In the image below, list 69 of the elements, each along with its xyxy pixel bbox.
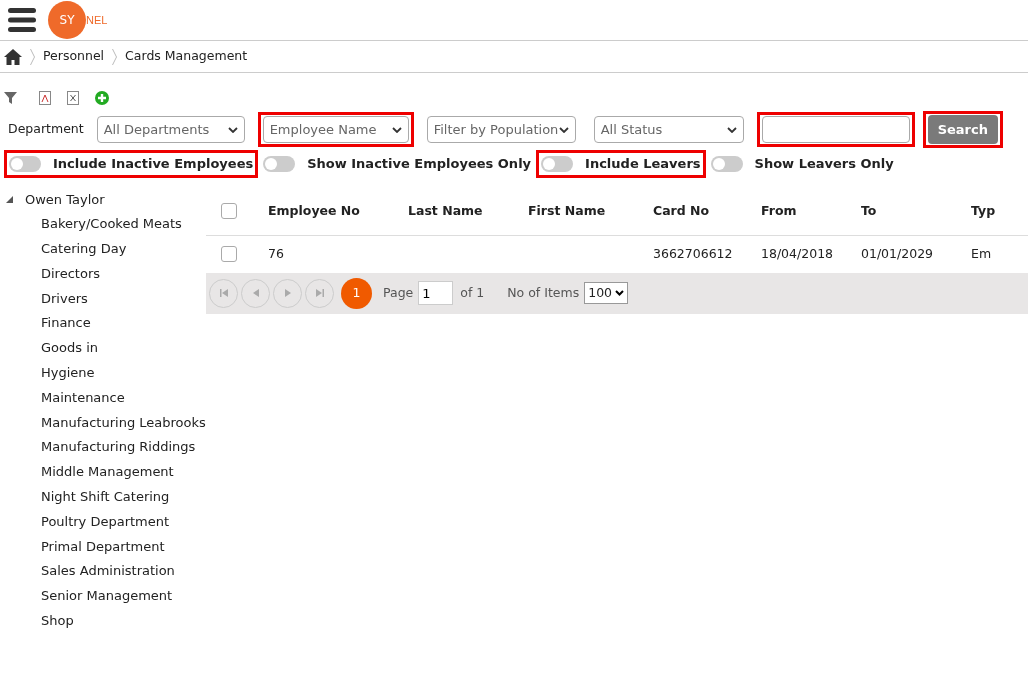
column-header[interactable]: To: [861, 201, 971, 221]
search-button[interactable]: Search: [927, 115, 998, 144]
table-cell-text: 3662706612: [653, 244, 734, 263]
home-icon[interactable]: [4, 48, 22, 65]
breadcrumb-link[interactable]: Cards Management: [125, 47, 248, 66]
tree-item[interactable]: Drivers: [6, 286, 206, 312]
page-input[interactable]: 1: [418, 281, 454, 305]
column-header[interactable]: Card No: [653, 201, 761, 221]
tree-item[interactable]: Poultry Department: [6, 509, 206, 535]
column-header[interactable]: First Name: [528, 201, 653, 221]
row-checkbox[interactable]: [221, 246, 237, 262]
page-count: of 1: [460, 283, 485, 302]
toggle-switch[interactable]: [541, 155, 574, 172]
logo-mark: SY: [48, 1, 86, 39]
tree-item[interactable]: Maintenance: [6, 385, 206, 411]
column-header[interactable]: Last Name: [408, 201, 528, 221]
table-cell-text: 76: [268, 244, 285, 263]
menu-icon[interactable]: [8, 7, 36, 33]
page-label: Page: [383, 283, 414, 302]
items-label: No of Items: [507, 283, 580, 302]
tree-item[interactable]: Hygiene: [6, 361, 206, 386]
tree-item[interactable]: Bakery/Cooked Meats: [6, 212, 206, 238]
tree-item[interactable]: Shop: [6, 609, 206, 634]
items-dropdown[interactable]: 100: [584, 282, 629, 304]
tree-item[interactable]: Senior Management: [6, 584, 206, 610]
tree-item[interactable]: Finance: [6, 311, 206, 337]
tree-item[interactable]: Directors: [6, 261, 206, 287]
filter-icon[interactable]: [4, 92, 17, 104]
caret-icon[interactable]: [227, 126, 238, 133]
add-icon[interactable]: [95, 91, 109, 105]
caret-icon[interactable]: [558, 126, 569, 133]
toggle-label: Include Leavers: [585, 155, 701, 173]
table-cell-text: 18/04/2018: [761, 244, 835, 263]
toggle-switch[interactable]: [710, 155, 743, 172]
dropdown[interactable]: Filter by Population: [426, 116, 576, 143]
chevron-icon: [112, 48, 118, 65]
logo-text: NEL: [86, 12, 108, 28]
toggle-switch[interactable]: [263, 155, 296, 172]
dropdown[interactable]: Employee Name: [262, 116, 409, 143]
column-header[interactable]: From: [761, 201, 861, 221]
tree-item[interactable]: Owen Taylor: [25, 187, 105, 213]
toggle-label: Include Inactive Employees: [53, 155, 254, 173]
tree-item[interactable]: Sales Administration: [6, 559, 206, 585]
toggle-label: Show Inactive Employees Only: [307, 155, 532, 173]
tree-item[interactable]: Catering Day: [6, 237, 206, 262]
dropdown[interactable]: All Status: [593, 116, 744, 143]
caret-icon[interactable]: [726, 126, 737, 133]
table-cell-text: 01/01/2029: [861, 244, 935, 263]
tree-item[interactable]: Manufacturing Riddings: [6, 435, 206, 461]
pdf-file-icon[interactable]: [39, 91, 51, 105]
column-header[interactable]: Typ: [971, 201, 1001, 221]
dropdown[interactable]: All Departments: [96, 116, 245, 143]
field-label: Department: [8, 120, 84, 139]
tree-item[interactable]: Goods in: [6, 336, 206, 362]
tree-item[interactable]: Night Shift Catering: [6, 485, 206, 510]
toggle-label: Show Leavers Only: [754, 155, 894, 173]
tree-item[interactable]: Primal Department: [6, 534, 206, 560]
column-header[interactable]: Employee No: [268, 201, 408, 221]
select-all-checkbox[interactable]: [221, 203, 237, 219]
table-cell-text: Em: [971, 244, 993, 263]
collapse-arrow-icon[interactable]: [6, 196, 13, 204]
caret-icon[interactable]: [391, 126, 402, 133]
chevron-icon: [30, 48, 35, 65]
excel-file-icon[interactable]: [67, 91, 79, 105]
caret-icon[interactable]: [615, 290, 625, 296]
breadcrumb-link[interactable]: Personnel: [43, 47, 105, 66]
tree-item[interactable]: Manufacturing Leabrooks: [6, 410, 206, 436]
tree-item[interactable]: Middle Management: [6, 460, 206, 486]
toggle-switch[interactable]: [9, 155, 41, 172]
